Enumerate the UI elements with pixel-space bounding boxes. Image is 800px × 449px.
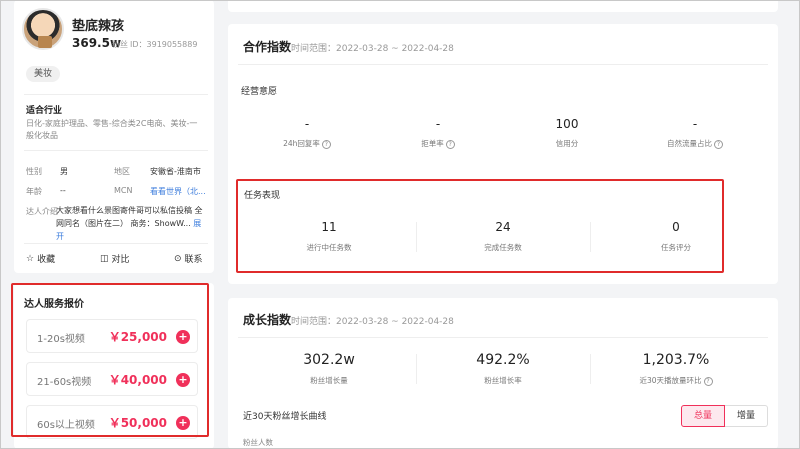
screenshot-border: [0, 0, 800, 449]
